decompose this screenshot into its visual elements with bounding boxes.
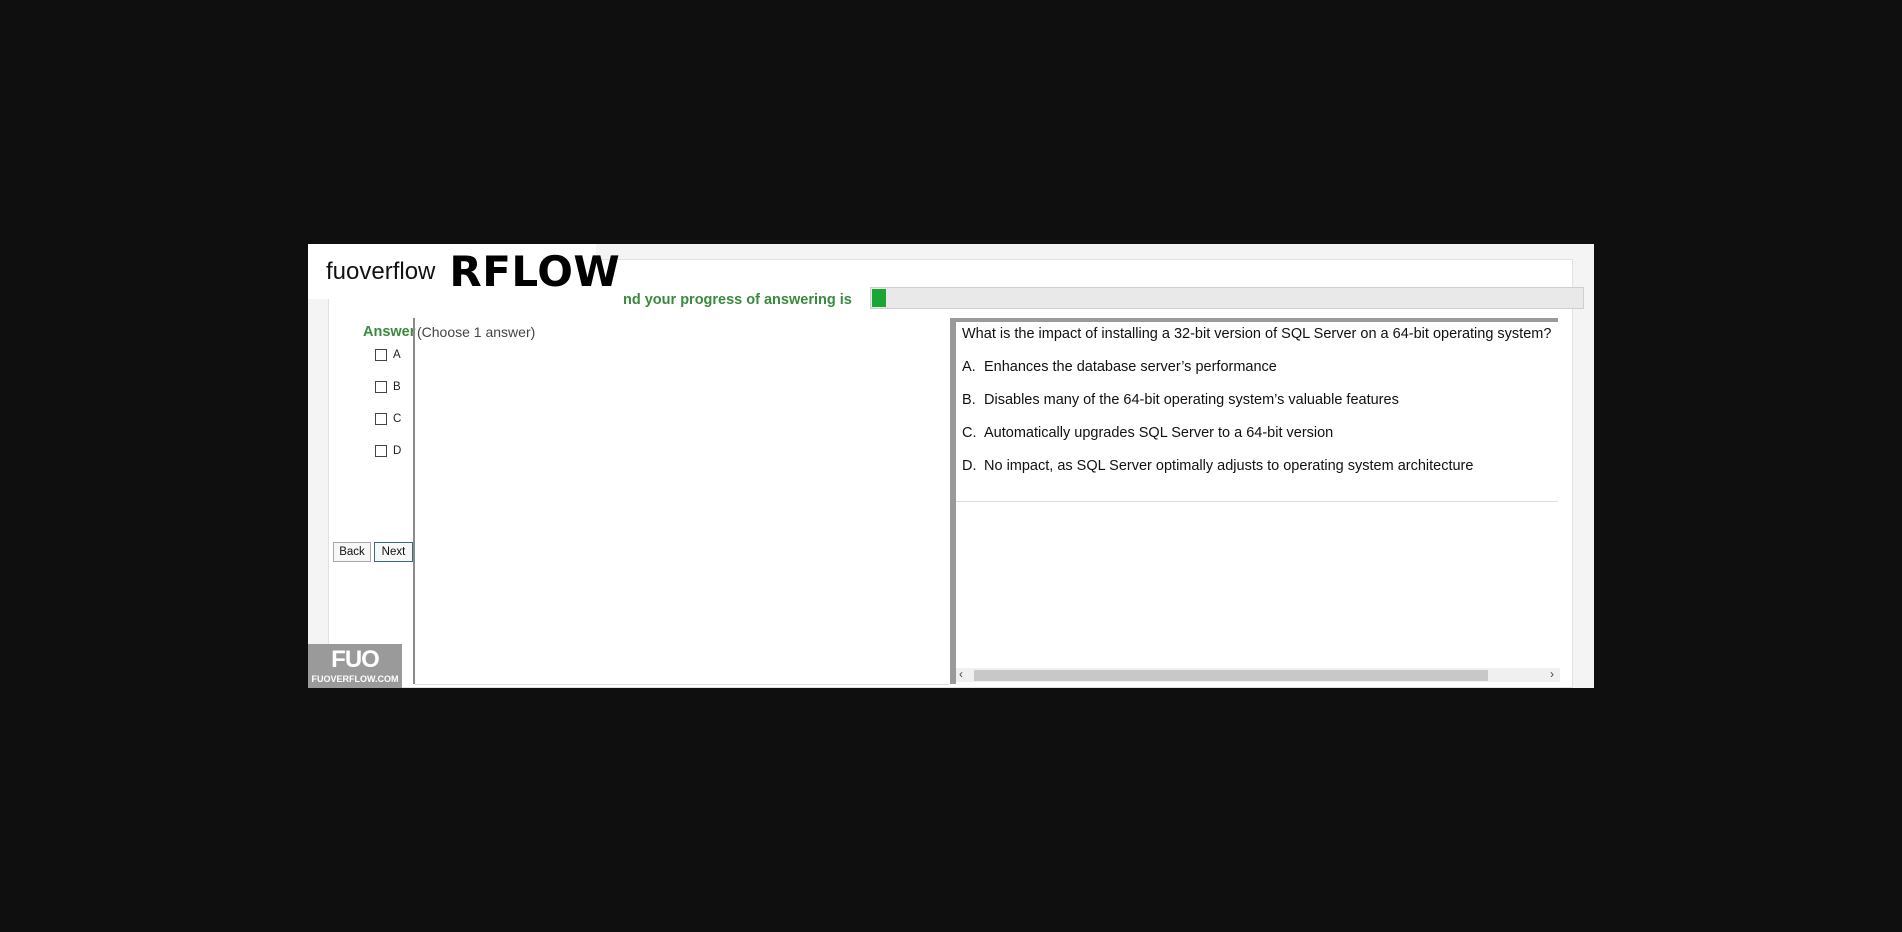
answer-option-b[interactable]: B: [375, 381, 401, 393]
option-letter: A.: [962, 359, 976, 375]
exam-window: nd your progress of answering is Answer …: [308, 244, 1594, 688]
watermark-big-text: RFLOW: [449, 247, 621, 296]
scroll-right-icon[interactable]: ›: [1550, 667, 1554, 681]
answer-option-c[interactable]: C: [375, 413, 401, 425]
next-button[interactable]: Next: [374, 542, 413, 562]
horizontal-scrollbar[interactable]: ‹ ›: [956, 667, 1560, 682]
progress-label: nd your progress of answering is: [623, 292, 852, 308]
watermark-url: FUOVERFLOW.COM: [311, 674, 399, 684]
checkbox-a[interactable]: [375, 349, 387, 361]
answer-option-a[interactable]: A: [375, 349, 401, 361]
question-option-a: A. Enhances the database server’s perform…: [962, 359, 1277, 375]
scroll-thumb[interactable]: [974, 670, 1488, 681]
question-text: What is the impact of installing a 32-bi…: [962, 326, 1552, 342]
answer-notes-panel: [415, 318, 949, 685]
exam-content: nd your progress of answering is Answer …: [328, 259, 1584, 688]
checkbox-c[interactable]: [375, 413, 387, 425]
watermark-name: fuoverflow: [326, 257, 436, 285]
question-option-c: C. Automatically upgrades SQL Server to a…: [962, 425, 1333, 441]
answer-option-label: C: [393, 413, 402, 425]
question-panel: What is the impact of installing a 32-bi…: [956, 318, 1558, 502]
answer-option-label: B: [393, 381, 401, 393]
watermark-logo: FUO FUOVERFLOW.COM: [308, 644, 402, 688]
choose-instruction: (Choose 1 answer): [417, 324, 536, 340]
question-option-d: D. No impact, as SQL Server optimally adj…: [962, 458, 1473, 474]
option-letter: B.: [962, 392, 976, 408]
checkbox-d[interactable]: [375, 445, 387, 457]
option-text: Disables many of the 64-bit operating sy…: [984, 392, 1399, 408]
answer-option-d[interactable]: D: [375, 445, 401, 457]
checkbox-b[interactable]: [375, 381, 387, 393]
answer-option-label: A: [393, 349, 401, 361]
question-option-b: B. Disables many of the 64-bit operating …: [962, 392, 1399, 408]
option-letter: C.: [962, 425, 977, 441]
progress-bar: [870, 287, 1584, 309]
back-button[interactable]: Back: [333, 542, 371, 562]
answer-option-label: D: [393, 445, 402, 457]
answer-heading: Answer: [363, 324, 416, 340]
watermark-header: fuoverflow RFLOW: [308, 244, 620, 299]
fuo-logo: FUO: [331, 646, 380, 673]
option-text: Enhances the database server’s performan…: [984, 359, 1277, 375]
option-letter: D.: [962, 458, 977, 474]
option-text: No impact, as SQL Server optimally adjus…: [984, 458, 1474, 474]
option-text: Automatically upgrades SQL Server to a 6…: [984, 425, 1334, 441]
progress-fill: [872, 289, 887, 307]
scroll-left-icon[interactable]: ‹: [959, 667, 963, 681]
